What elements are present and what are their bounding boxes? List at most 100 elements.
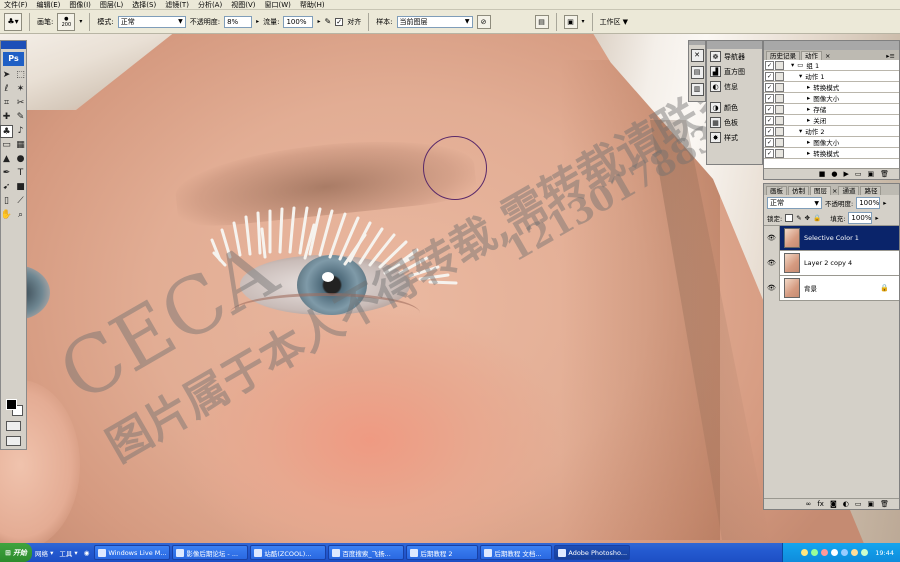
new-layer-icon[interactable]: ▣ (867, 500, 874, 508)
tab-history[interactable]: 历史记录 (766, 51, 800, 60)
dialog-toggle-icon[interactable] (775, 104, 784, 114)
dock-item-color[interactable]: ◑ 颜色 (707, 100, 762, 115)
browser-icon[interactable]: ◉ (81, 546, 93, 560)
action-row[interactable]: ✓ ▸ 存储 (764, 104, 899, 115)
gradient-tool-icon[interactable]: ▦ (14, 139, 27, 152)
fill-input[interactable]: 100% (848, 212, 873, 224)
expand-icon[interactable]: ▸ (807, 116, 810, 124)
play-icon[interactable]: ▶ (843, 170, 848, 178)
tray-icon[interactable] (831, 549, 839, 556)
dock-item-info[interactable]: ◐ 信息 (707, 79, 762, 94)
crop-tool-icon[interactable]: ⌗ (0, 97, 13, 110)
layer-opacity-input[interactable]: 100% (856, 197, 881, 209)
expand-icon[interactable]: ▸ (807, 138, 810, 146)
action-row[interactable]: ✓ ▸ 图像大小 (764, 93, 899, 104)
dialog-toggle-icon[interactable] (775, 71, 784, 81)
type-tool-icon[interactable]: T (14, 167, 27, 180)
shape-tool-icon[interactable]: ■ (14, 181, 27, 194)
toggle-item-icon[interactable]: ✓ (765, 126, 774, 136)
taskbar-task[interactable]: 后期教程 文档... (480, 545, 553, 560)
path-selection-tool-icon[interactable]: ➹ (0, 181, 13, 194)
dock-item-swatches[interactable]: ▦ 色板 (707, 115, 762, 130)
dock-title[interactable] (707, 41, 762, 49)
tray-icon[interactable] (841, 549, 849, 556)
bridge-dropdown-icon[interactable]: ▾ (582, 18, 585, 25)
panel-menu-icon[interactable]: ▸≡ (886, 52, 895, 60)
dock-item-navigator[interactable]: ☸ 导航器 (707, 49, 762, 64)
eyedropper-tool-icon[interactable]: ⟋ (14, 195, 27, 208)
taskbar-task[interactable]: Adobe Photosho... (554, 545, 631, 560)
lock-transparency-icon[interactable] (785, 214, 794, 222)
toggle-item-icon[interactable]: ✓ (765, 115, 774, 125)
action-row[interactable]: ✓ ▾ ▭ 组 1 (764, 60, 899, 71)
tray-icon[interactable] (801, 549, 809, 556)
blend-mode-select[interactable]: 正常 ▼ (767, 197, 822, 209)
toggle-item-icon[interactable]: ✓ (765, 104, 774, 114)
menu-image[interactable]: 图像(I) (69, 0, 91, 10)
tray-icon[interactable] (851, 549, 859, 556)
magic-wand-tool-icon[interactable]: ✶ (14, 83, 27, 96)
tab-channels[interactable]: 通道 (838, 186, 860, 195)
taskbar-task[interactable]: 百度搜索_飞扬... (328, 545, 405, 560)
menu-analysis[interactable]: 分析(A) (198, 0, 222, 10)
menu-view[interactable]: 视图(V) (231, 0, 255, 10)
menu-edit[interactable]: 编辑(E) (37, 0, 61, 10)
hand-tool-icon[interactable]: ✋ (0, 209, 13, 222)
brush-tool-icon[interactable]: ✎ (14, 111, 27, 124)
expand-icon[interactable]: ▸ (807, 83, 810, 91)
layer-comps-icon[interactable]: ▥ (690, 83, 704, 96)
blur-tool-icon[interactable]: ▲ (0, 153, 13, 166)
dialog-toggle-icon[interactable] (775, 115, 784, 125)
brushes-icon[interactable]: ▤ (690, 66, 704, 79)
toggle-item-icon[interactable]: ✓ (765, 82, 774, 92)
healing-brush-tool-icon[interactable]: ✚ (0, 111, 13, 124)
add-mask-icon[interactable]: ◙ (830, 500, 837, 508)
action-row[interactable]: ✓ ▾ 动作 2 (764, 126, 899, 137)
taskbar-task[interactable]: 站酷(ZCOOL)... (250, 545, 327, 560)
action-row[interactable]: ✓ ▸ 图像大小 (764, 137, 899, 148)
collapse-icon[interactable]: ▾ (791, 61, 794, 69)
start-button[interactable]: ⊞ 开始 (0, 543, 32, 562)
tray-icon[interactable] (821, 549, 829, 556)
toggle-item-icon[interactable]: ✓ (765, 93, 774, 103)
dialog-toggle-icon[interactable] (775, 126, 784, 136)
dialog-toggle-icon[interactable] (775, 60, 784, 70)
move-tool-icon[interactable]: ➤ (0, 69, 13, 82)
tray-icon[interactable] (861, 549, 869, 556)
layer-row[interactable]: 👁 背景 🔒 (764, 275, 899, 301)
palette-well-icon[interactable]: ▤ (534, 14, 549, 29)
mode-select[interactable]: 正常 ▼ (117, 15, 186, 28)
brush-dropdown-icon[interactable]: ▾ (79, 18, 82, 25)
menu-filter[interactable]: 滤镜(T) (165, 0, 189, 10)
layer-row[interactable]: 👁 Layer 2 copy 4 (764, 250, 899, 276)
new-set-icon[interactable]: ▭ (855, 170, 862, 178)
tab-brushes[interactable]: 画板 (766, 186, 787, 195)
opacity-arrow-icon[interactable]: ▸ (256, 18, 259, 25)
dock-item-styles[interactable]: ✸ 样式 (707, 130, 762, 145)
action-row[interactable]: ✓ ▸ 转换模式 (764, 148, 899, 159)
toggle-item-icon[interactable]: ✓ (765, 148, 774, 158)
layer-style-icon[interactable]: fx (817, 500, 824, 508)
trash-icon[interactable]: 🗑 (880, 500, 889, 508)
tray-icon[interactable] (811, 549, 819, 556)
new-group-icon[interactable]: ▭ (855, 500, 862, 508)
dialog-toggle-icon[interactable] (775, 93, 784, 103)
taskbar-task[interactable]: 后期教程 2 (406, 545, 479, 560)
dialog-toggle-icon[interactable] (775, 82, 784, 92)
pen-tool-icon[interactable]: ✒ (0, 167, 13, 180)
notes-tool-icon[interactable]: ▯ (0, 195, 13, 208)
stop-icon[interactable]: ■ (819, 170, 826, 178)
foreground-color-swatch[interactable] (6, 399, 17, 410)
tab-paths[interactable]: 路径 (860, 186, 882, 195)
dialog-toggle-icon[interactable] (775, 137, 784, 147)
workspace-button[interactable]: 工作区 ▼ (600, 17, 628, 27)
marquee-tool-icon[interactable]: ⬚ (14, 69, 27, 82)
collapse-icon[interactable]: ▾ (799, 127, 802, 135)
go-to-bridge-icon[interactable]: ▣ (563, 14, 578, 29)
trash-icon[interactable]: 🗑 (880, 170, 889, 178)
toggle-item-icon[interactable]: ✓ (765, 71, 774, 81)
menu-file[interactable]: 文件(F) (4, 0, 28, 10)
action-row[interactable]: ✓ ▸ 关闭 (764, 115, 899, 126)
adjustment-layer-icon[interactable]: ◐ (843, 500, 849, 508)
fill-arrow-icon[interactable]: ▸ (875, 214, 878, 222)
